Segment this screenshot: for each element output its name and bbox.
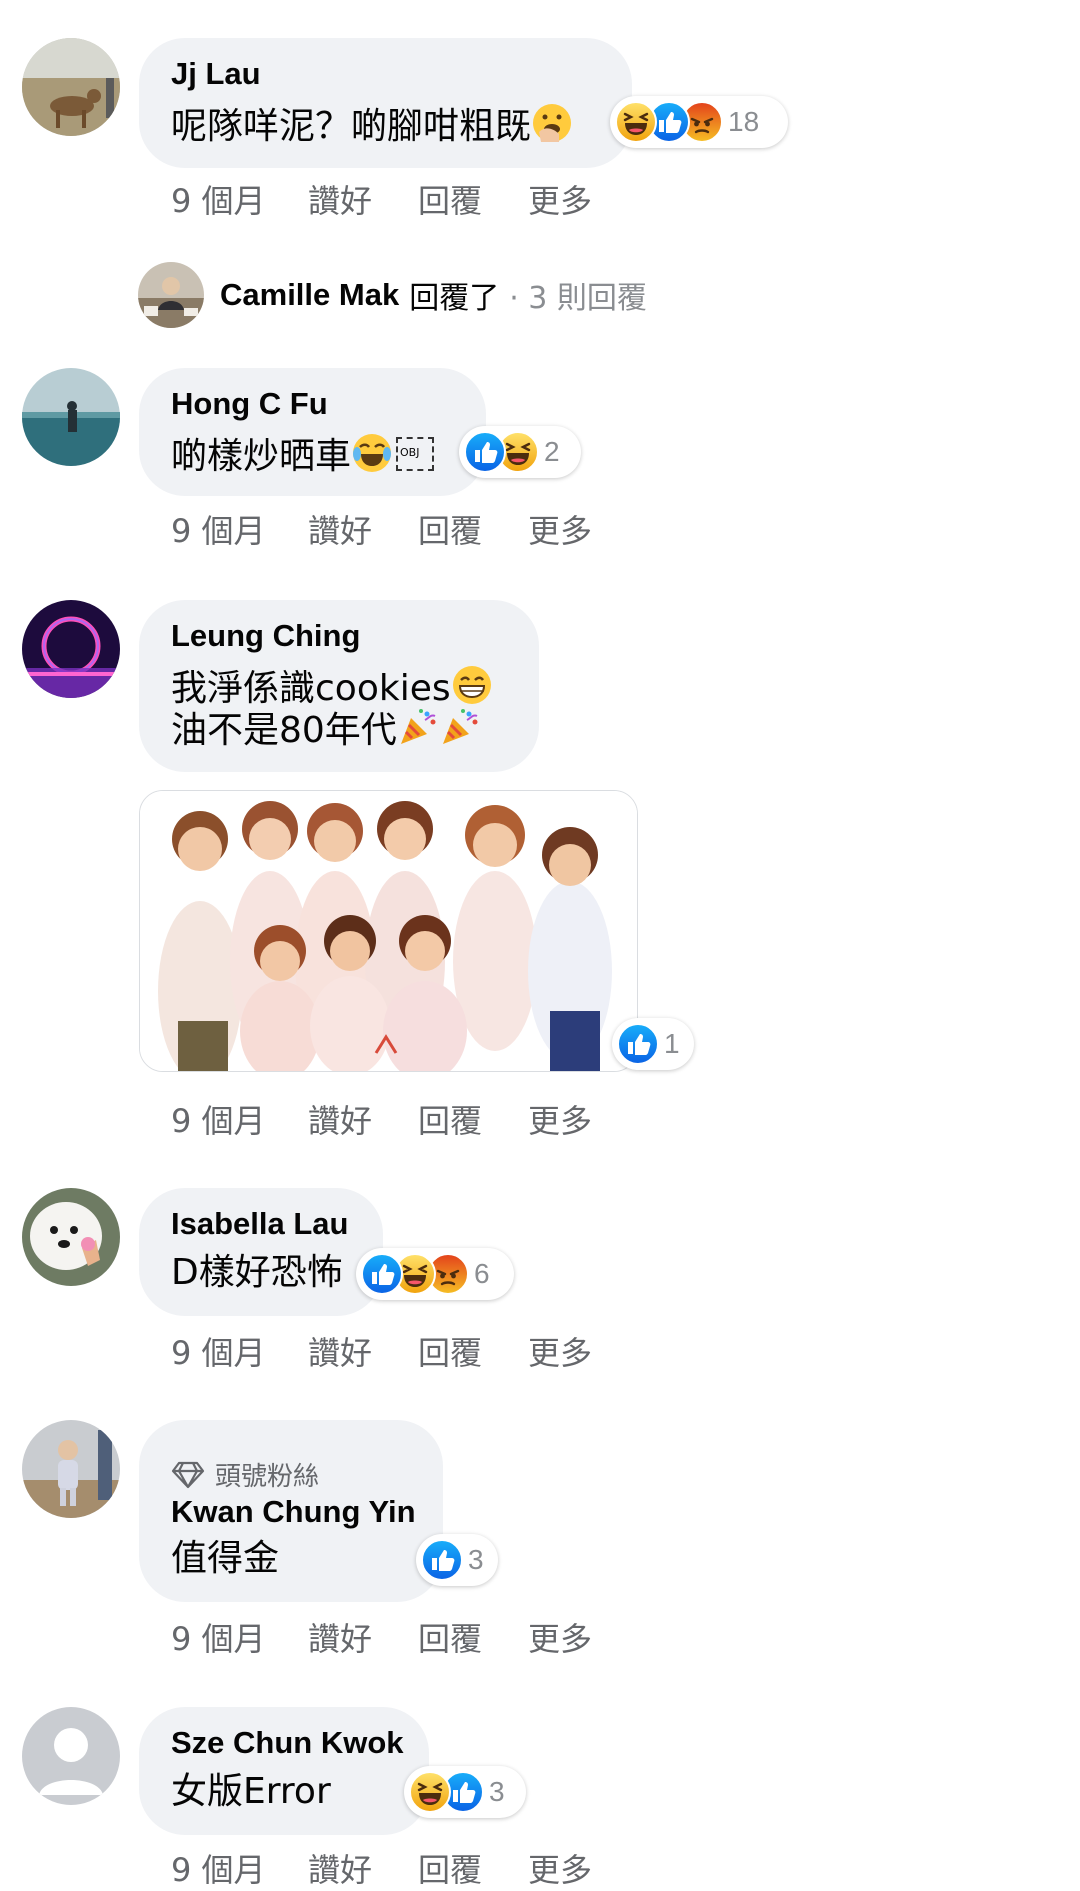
like-button[interactable]: 讚好 (308, 1845, 372, 1891)
comment-bubble: Hong C Fu 啲樣炒晒車 OBJ (139, 368, 486, 496)
comment-author[interactable]: Leung Ching (171, 618, 360, 654)
comment-author[interactable]: Isabella Lau (171, 1206, 348, 1242)
reaction-count: 3 (489, 1776, 505, 1807)
like-reaction-icon (361, 1253, 403, 1295)
reply-button[interactable]: 回覆 (418, 506, 482, 552)
comment-timestamp[interactable]: 9 個月 (171, 176, 266, 222)
reaction-summary[interactable]: 6 (356, 1248, 514, 1300)
like-button[interactable]: 讚好 (308, 1328, 372, 1374)
face-with-hand-over-mouth-icon (531, 102, 573, 144)
comment-text: 油不是80年代 (171, 706, 481, 752)
reaction-summary[interactable]: 3 (404, 1766, 526, 1818)
comment-author[interactable]: Jj Lau (171, 56, 261, 92)
view-replies-link[interactable]: Camille Mak 回覆了 · 3 則回覆 (138, 262, 647, 328)
comment-text-line-1: 我淨係識cookies (171, 668, 451, 709)
obj-placeholder-text: OBJ (400, 446, 420, 459)
comment-text: D樣好恐怖 (171, 1252, 343, 1294)
like-reaction-icon (617, 1023, 659, 1065)
avatar (138, 262, 204, 328)
comment-text-content: D樣好恐怖 (171, 1252, 343, 1293)
diamond-icon (171, 1461, 205, 1488)
reaction-summary[interactable]: 1 (612, 1018, 694, 1070)
haha-reaction-icon (409, 1771, 451, 1813)
reply-button[interactable]: 回覆 (418, 1845, 482, 1891)
reaction-count: 3 (468, 1544, 484, 1575)
like-button[interactable]: 讚好 (308, 1614, 372, 1660)
comment-photo[interactable] (139, 790, 638, 1072)
reply-button[interactable]: 回覆 (418, 176, 482, 222)
comment-text-content: 呢隊咩泥？啲腳咁粗既 (171, 106, 532, 147)
party-popper-icon (397, 706, 439, 748)
more-button[interactable]: 更多 (528, 1096, 592, 1142)
comment-timestamp[interactable]: 9 個月 (171, 1614, 266, 1660)
comment-text: 值得金 (171, 1538, 279, 1580)
like-button[interactable]: 讚好 (308, 176, 372, 222)
comment-author[interactable]: Sze Chun Kwok (171, 1725, 404, 1761)
like-button[interactable]: 讚好 (308, 1096, 372, 1142)
comment-text-content: 女版Error (171, 1771, 331, 1812)
comment-author[interactable]: Kwan Chung Yin (171, 1494, 416, 1530)
reply-button[interactable]: 回覆 (418, 1328, 482, 1374)
top-fan-badge: 頭號粉絲 (171, 1456, 319, 1493)
comment-timestamp[interactable]: 9 個月 (171, 1328, 266, 1374)
avatar[interactable] (22, 38, 120, 136)
like-reaction-icon (421, 1539, 463, 1581)
more-button[interactable]: 更多 (528, 506, 592, 552)
avatar[interactable] (22, 1188, 120, 1286)
top-fan-label: 頭號粉絲 (215, 1462, 320, 1492)
more-button[interactable]: 更多 (528, 1328, 592, 1374)
like-button[interactable]: 讚好 (308, 506, 372, 552)
reply-button[interactable]: 回覆 (418, 1096, 482, 1142)
avatar[interactable] (22, 600, 120, 698)
grinning-face-icon (451, 664, 493, 706)
like-reaction-icon (464, 431, 506, 473)
comment-text: 啲樣炒晒車 OBJ (171, 432, 435, 478)
comment-bubble: Sze Chun Kwok 女版Error (139, 1707, 429, 1835)
party-popper-icon (439, 706, 481, 748)
reaction-count: 1 (664, 1028, 680, 1059)
reply-count: · 3 則回覆 (509, 281, 647, 316)
comment-bubble: Leung Ching 我淨係識cookies 油不是80年代 (139, 600, 539, 772)
comment-author[interactable]: Hong C Fu (171, 386, 328, 422)
comment-timestamp[interactable]: 9 個月 (171, 1845, 266, 1891)
tears-of-joy-icon (351, 432, 393, 474)
comment-text-content: 值得金 (171, 1538, 280, 1579)
reaction-summary[interactable]: 3 (416, 1534, 498, 1586)
more-button[interactable]: 更多 (528, 1845, 592, 1891)
reply-button[interactable]: 回覆 (418, 1614, 482, 1660)
avatar[interactable] (22, 1420, 120, 1518)
default-avatar-icon[interactable] (22, 1707, 120, 1805)
reaction-summary[interactable]: 18 (610, 96, 788, 148)
comment-text: 呢隊咩泥？啲腳咁粗既 (171, 102, 573, 148)
haha-reaction-icon (615, 101, 657, 143)
reply-action-text: 回覆了 (409, 281, 500, 316)
comment-text-line-2: 油不是80年代 (171, 710, 397, 751)
comment-text-content: 啲樣炒晒車 (171, 436, 352, 477)
comment-bubble: 頭號粉絲 Kwan Chung Yin 值得金 (139, 1420, 443, 1602)
reaction-count: 2 (544, 436, 560, 467)
comment-text: 我淨係識cookies (171, 664, 493, 710)
object-replacement-icon: OBJ (396, 437, 435, 471)
reaction-count: 6 (474, 1258, 490, 1289)
comment-bubble: Jj Lau 呢隊咩泥？啲腳咁粗既 (139, 38, 632, 168)
reaction-summary[interactable]: 2 (459, 426, 581, 478)
comment-timestamp[interactable]: 9 個月 (171, 506, 266, 552)
avatar[interactable] (22, 368, 120, 466)
more-button[interactable]: 更多 (528, 1614, 592, 1660)
comment-text: 女版Error (171, 1771, 331, 1813)
more-button[interactable]: 更多 (528, 176, 592, 222)
comment-bubble: Isabella Lau D樣好恐怖 (139, 1188, 383, 1316)
reply-author: Camille Mak (220, 277, 400, 312)
comment-timestamp[interactable]: 9 個月 (171, 1096, 266, 1142)
reaction-count: 18 (728, 106, 760, 137)
